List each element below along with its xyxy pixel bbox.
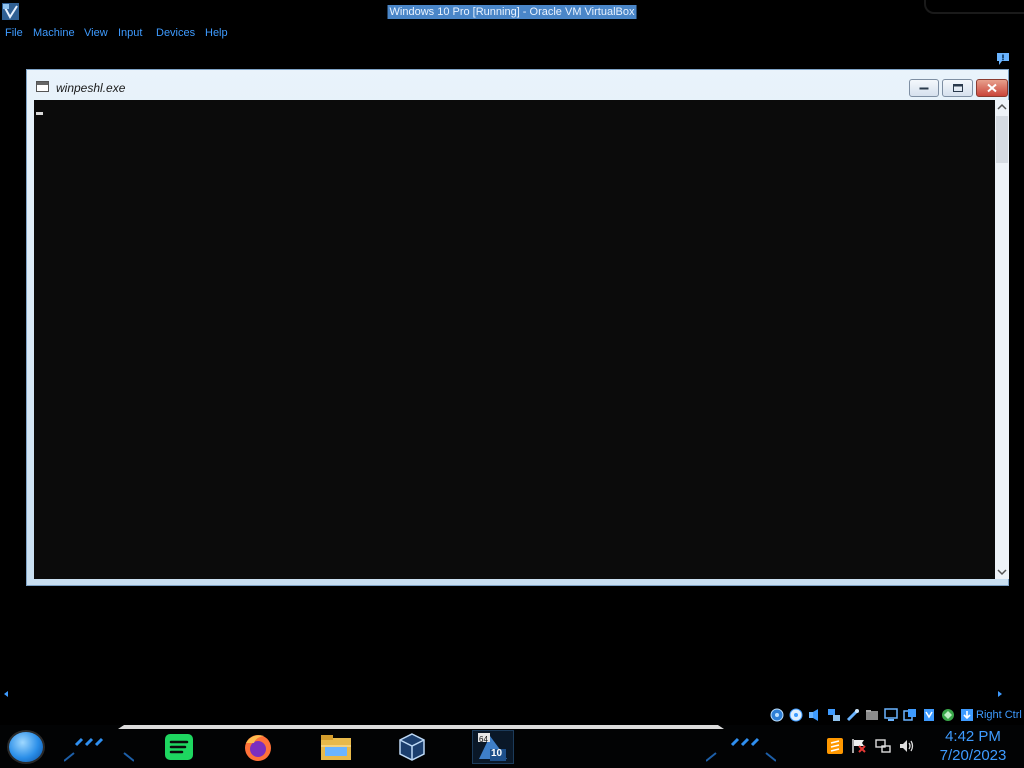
guest-window-title: winpeshl.exe: [56, 81, 126, 95]
taskbar-virtualbox[interactable]: [394, 730, 430, 764]
display-icon[interactable]: [882, 707, 899, 723]
network-tray-icon: [875, 739, 891, 753]
capture-icon[interactable]: [920, 707, 937, 723]
host-key-label: Right Ctrl: [976, 709, 1022, 721]
taskbar-spotify[interactable]: [161, 730, 197, 764]
taskbar-firefox[interactable]: [240, 730, 276, 764]
tray-action-center[interactable]: [850, 737, 868, 755]
guest-window-title-bar[interactable]: winpeshl.exe: [27, 70, 1008, 100]
host-window-title: Windows 10 Pro [Running] - Oracle VM Vir…: [387, 5, 637, 19]
host-horizontal-scrollbar[interactable]: [0, 689, 1024, 699]
title-bar-decoration: [924, 0, 1024, 14]
minimize-icon: [919, 87, 929, 90]
audio-icon[interactable]: [806, 707, 823, 723]
taskbar-clock[interactable]: 4:42 PM 7/20/2023: [933, 727, 1013, 765]
maximize-button[interactable]: [942, 79, 973, 97]
spotify-icon: [165, 734, 193, 760]
menu-machine[interactable]: Machine: [33, 27, 75, 39]
console-area[interactable]: [34, 100, 995, 579]
text-cursor: [36, 112, 43, 115]
volume-icon: [900, 740, 914, 752]
tray-sublime[interactable]: [826, 737, 844, 755]
mouse-integration-icon[interactable]: [958, 707, 975, 723]
menu-help[interactable]: Help: [205, 27, 228, 39]
taskbar-decoration-left-icon: [64, 737, 134, 762]
recording-icon[interactable]: [901, 707, 918, 723]
clock-time: 4:42 PM: [945, 728, 1001, 745]
virtualbox-app-icon[interactable]: [2, 3, 19, 20]
usb-icon[interactable]: [844, 707, 861, 723]
vm-badge-10: 10: [491, 748, 503, 759]
console-window-icon: [36, 81, 49, 92]
keyboard-icon[interactable]: [939, 707, 956, 723]
action-center-flag-icon: [852, 739, 866, 753]
hard-disk-icon[interactable]: [768, 707, 785, 723]
taskbar-windows10-vm[interactable]: 64 10: [472, 730, 514, 764]
menu-devices[interactable]: Devices: [156, 27, 195, 39]
console-vertical-scrollbar[interactable]: [995, 100, 1009, 579]
host-menu-bar: File Machine View Input Devices Help: [0, 24, 1024, 42]
vm-badge-64: 64: [479, 735, 488, 744]
sublime-text-icon: [827, 738, 843, 754]
guest-console-window: winpeshl.exe: [26, 69, 1009, 586]
maximize-icon: [952, 84, 963, 92]
system-tray: [826, 737, 916, 755]
menu-file[interactable]: File: [5, 27, 23, 39]
file-explorer-icon: [321, 735, 351, 760]
tray-volume[interactable]: [898, 737, 916, 755]
vm-status-bar: Right Ctrl: [0, 705, 1024, 725]
minimize-button[interactable]: [909, 79, 939, 97]
taskbar-decoration-right-icon: [706, 737, 776, 762]
virtualbox-icon: [399, 733, 425, 761]
host-title-bar: Windows 10 Pro [Running] - Oracle VM Vir…: [0, 0, 1024, 24]
firefox-icon: [245, 735, 271, 761]
network-icon[interactable]: [825, 707, 842, 723]
close-button[interactable]: [976, 79, 1008, 97]
status-icons: [768, 707, 975, 723]
taskbar-top-edge: [118, 725, 724, 729]
scroll-down-arrow-icon[interactable]: [995, 565, 1009, 579]
menu-input[interactable]: Input: [118, 27, 142, 39]
scroll-right-arrow-icon: [998, 691, 1002, 697]
guest-taskbar: 64 10 4:42 PM 7/20/2023: [0, 725, 1024, 768]
tray-network[interactable]: [874, 737, 892, 755]
scrollbar-thumb[interactable]: [996, 116, 1008, 163]
clock-date: 7/20/2023: [939, 747, 1007, 764]
menu-view[interactable]: View: [84, 27, 108, 39]
optical-drive-icon[interactable]: [787, 707, 804, 723]
scroll-up-arrow-icon[interactable]: [995, 100, 1009, 114]
shared-folders-icon[interactable]: [863, 707, 880, 723]
close-icon: [987, 83, 997, 93]
notification-icon[interactable]: [996, 52, 1010, 66]
taskbar-file-explorer[interactable]: [318, 730, 354, 764]
start-button[interactable]: [7, 730, 45, 764]
scroll-left-arrow-icon: [4, 691, 8, 697]
